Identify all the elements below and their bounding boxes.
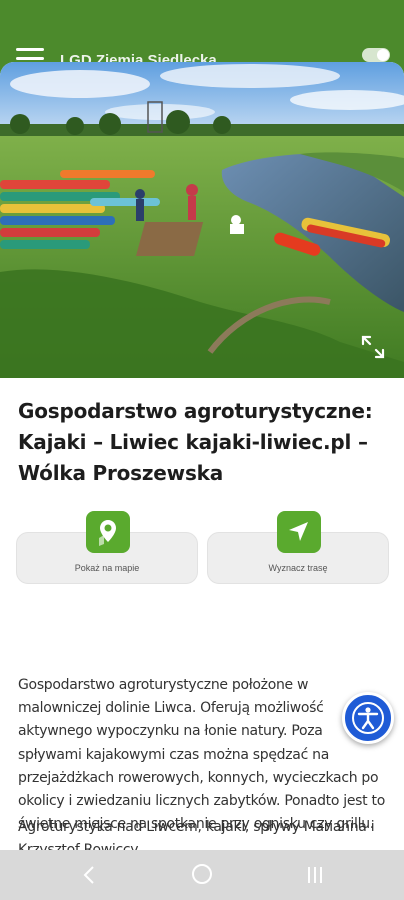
back-chevron-icon[interactable] <box>82 865 96 890</box>
navigation-arrow-icon <box>277 511 321 553</box>
description-paragraph: Gospodarstwo agroturystyczne położone w … <box>18 677 385 833</box>
system-nav-bar <box>0 850 404 900</box>
route-label: Wyznacz trasę <box>268 563 328 573</box>
place-detail-sheet: Gospodarstwo agroturystyczne: Kajaki – L… <box>0 62 404 900</box>
place-title: Gospodarstwo agroturystyczne: Kajaki – L… <box>18 399 373 485</box>
toggle-switch-icon[interactable] <box>362 48 390 62</box>
accessibility-person-icon <box>352 702 384 734</box>
recent-apps-icon[interactable] <box>308 867 326 883</box>
route-button[interactable]: Wyznacz trasę <box>207 511 389 584</box>
fullscreen-expand-icon[interactable] <box>360 334 386 360</box>
hero-photo[interactable] <box>0 62 404 378</box>
kayaks-on-river-photo <box>0 62 404 378</box>
map-pin-icon <box>86 511 130 553</box>
accessibility-button[interactable] <box>342 692 394 744</box>
home-circle-icon[interactable] <box>192 864 212 884</box>
show-on-map-label: Pokaż na mapie <box>74 563 140 573</box>
show-on-map-button[interactable]: Pokaż na mapie <box>16 511 198 584</box>
